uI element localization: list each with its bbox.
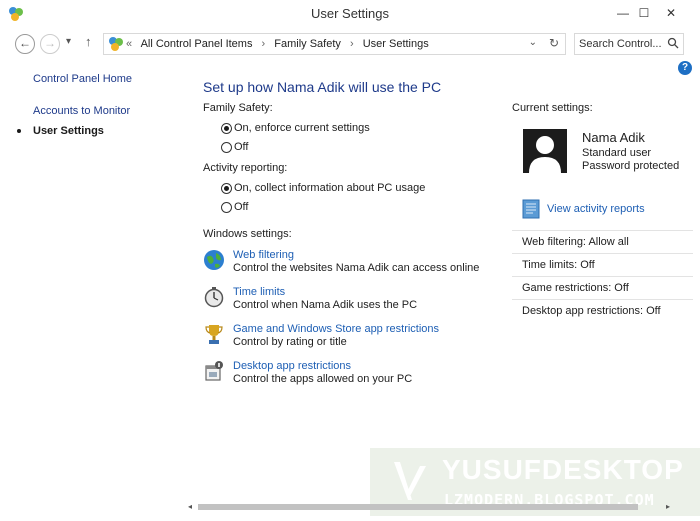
family-safety-on-label[interactable]: On, enforce current settings: [234, 122, 370, 134]
arrow-up-icon: ↑: [85, 34, 92, 49]
refresh-button[interactable]: ↻: [549, 36, 559, 50]
web-filtering-link[interactable]: Web filtering: [233, 249, 294, 261]
arrow-left-icon: ←: [19, 36, 31, 50]
stopwatch-icon: [204, 287, 224, 308]
breadcrumb-overflow[interactable]: «: [126, 38, 132, 50]
minimize-button[interactable]: —: [612, 4, 634, 22]
user-silhouette-icon: [529, 136, 561, 173]
chevron-down-icon: ⌄: [528, 37, 537, 48]
desktop-app-restrictions-setting: Desktop app restrictions Control the app…: [203, 360, 503, 390]
window-title: User Settings: [310, 6, 390, 21]
nav-user-settings: User Settings: [33, 125, 104, 137]
stat-desktop-app-restrictions-text: Desktop app restrictions: Off: [522, 305, 661, 317]
breadcrumb-family-safety[interactable]: Family Safety: [274, 38, 341, 50]
address-bar[interactable]: « All Control Panel Items › Family Safet…: [103, 33, 566, 55]
web-filtering-setting: Web filtering Control the websites Nama …: [203, 249, 503, 279]
search-icon[interactable]: [667, 37, 679, 49]
back-button[interactable]: ←: [15, 34, 35, 54]
stat-game-restrictions-text: Game restrictions: Off: [522, 282, 629, 294]
view-activity-reports-link[interactable]: View activity reports: [547, 203, 645, 215]
current-settings-label: Current settings:: [512, 102, 593, 114]
search-box[interactable]: [574, 33, 684, 55]
time-limits-setting: Time limits Control when Nama Adik uses …: [203, 286, 503, 316]
watermark-title: YUSUFDESKTOP: [442, 454, 684, 485]
breadcrumb-separator[interactable]: ›: [262, 38, 266, 50]
desktop-app-restrictions-link[interactable]: Desktop app restrictions: [233, 360, 351, 372]
control-panel-icon: [109, 37, 123, 51]
windows-settings-label: Windows settings:: [203, 228, 292, 240]
breadcrumb-separator[interactable]: ›: [350, 38, 354, 50]
maximize-button[interactable]: ☐: [633, 4, 655, 22]
user-account-type: Standard user: [582, 147, 652, 159]
title-bar: User Settings — ☐ ✕: [0, 0, 700, 28]
breadcrumb-user-settings[interactable]: User Settings: [363, 38, 429, 50]
recent-pages-dropdown[interactable]: ▾: [66, 36, 71, 47]
stat-web-filtering: Web filtering: Allow all: [512, 230, 693, 253]
scroll-left-icon[interactable]: ◂: [188, 502, 192, 511]
search-input[interactable]: [579, 37, 663, 51]
chevron-down-icon: ▾: [66, 36, 72, 47]
scroll-right-icon[interactable]: ▸: [666, 502, 670, 511]
family-safety-off-label[interactable]: Off: [234, 141, 248, 153]
breadcrumb-all-control-panel-items[interactable]: All Control Panel Items: [141, 38, 253, 50]
activity-reporting-off-label[interactable]: Off: [234, 201, 248, 213]
activity-report-icon: [522, 199, 540, 219]
game-restrictions-setting: Game and Windows Store app restrictions …: [203, 323, 503, 353]
current-page-bullet: [17, 129, 21, 133]
web-filtering-description: Control the websites Nama Adik can acces…: [233, 262, 480, 274]
avatar: [523, 129, 567, 173]
page-heading: Set up how Nama Adik will use the PC: [203, 79, 442, 95]
stat-game-restrictions: Game restrictions: Off: [512, 276, 693, 299]
radio-unselected-icon[interactable]: [221, 142, 232, 153]
stat-time-limits-text: Time limits: Off: [522, 259, 595, 271]
radio-unselected-icon[interactable]: [221, 202, 232, 213]
time-limits-link[interactable]: Time limits: [233, 286, 285, 298]
radio-selected-icon[interactable]: [221, 123, 232, 134]
trophy-icon: [205, 325, 223, 344]
activity-reporting-on-label[interactable]: On, collect information about PC usage: [234, 182, 425, 194]
arrow-right-icon: →: [44, 36, 56, 50]
watermark-logo-icon: [394, 462, 426, 500]
scrollbar-thumb[interactable]: [198, 504, 638, 510]
horizontal-scrollbar[interactable]: ◂ ▸: [186, 500, 700, 514]
close-button[interactable]: ✕: [660, 4, 682, 22]
globe-icon: [204, 250, 224, 270]
stat-web-filtering-text: Web filtering: Allow all: [522, 236, 629, 248]
game-restrictions-description: Control by rating or title: [233, 336, 347, 348]
refresh-icon: ↻: [548, 36, 559, 50]
desktop-app-restrictions-description: Control the apps allowed on your PC: [233, 373, 413, 385]
nav-accounts-to-monitor[interactable]: Accounts to Monitor: [33, 105, 130, 117]
user-name: Nama Adik: [582, 130, 645, 145]
game-restrictions-link[interactable]: Game and Windows Store app restrictions: [233, 323, 439, 335]
user-password-status: Password protected: [582, 160, 680, 172]
help-icon[interactable]: ?: [678, 61, 692, 75]
app-restrictions-icon: [205, 361, 223, 381]
stat-desktop-app-restrictions: Desktop app restrictions: Off: [512, 299, 693, 322]
activity-reporting-label: Activity reporting:: [203, 162, 288, 174]
address-row: ← → ▾ ↑ « All Control Panel Items › Fami…: [0, 30, 700, 58]
breadcrumb: « All Control Panel Items › Family Safet…: [126, 38, 435, 50]
radio-selected-icon[interactable]: [221, 183, 232, 194]
up-button[interactable]: ↑: [85, 34, 92, 49]
address-dropdown[interactable]: ⌄: [529, 37, 537, 48]
time-limits-description: Control when Nama Adik uses the PC: [233, 299, 418, 311]
stat-time-limits: Time limits: Off: [512, 253, 693, 276]
family-safety-label: Family Safety:: [203, 102, 273, 114]
forward-button[interactable]: →: [40, 34, 60, 54]
nav-control-panel-home[interactable]: Control Panel Home: [33, 73, 132, 85]
